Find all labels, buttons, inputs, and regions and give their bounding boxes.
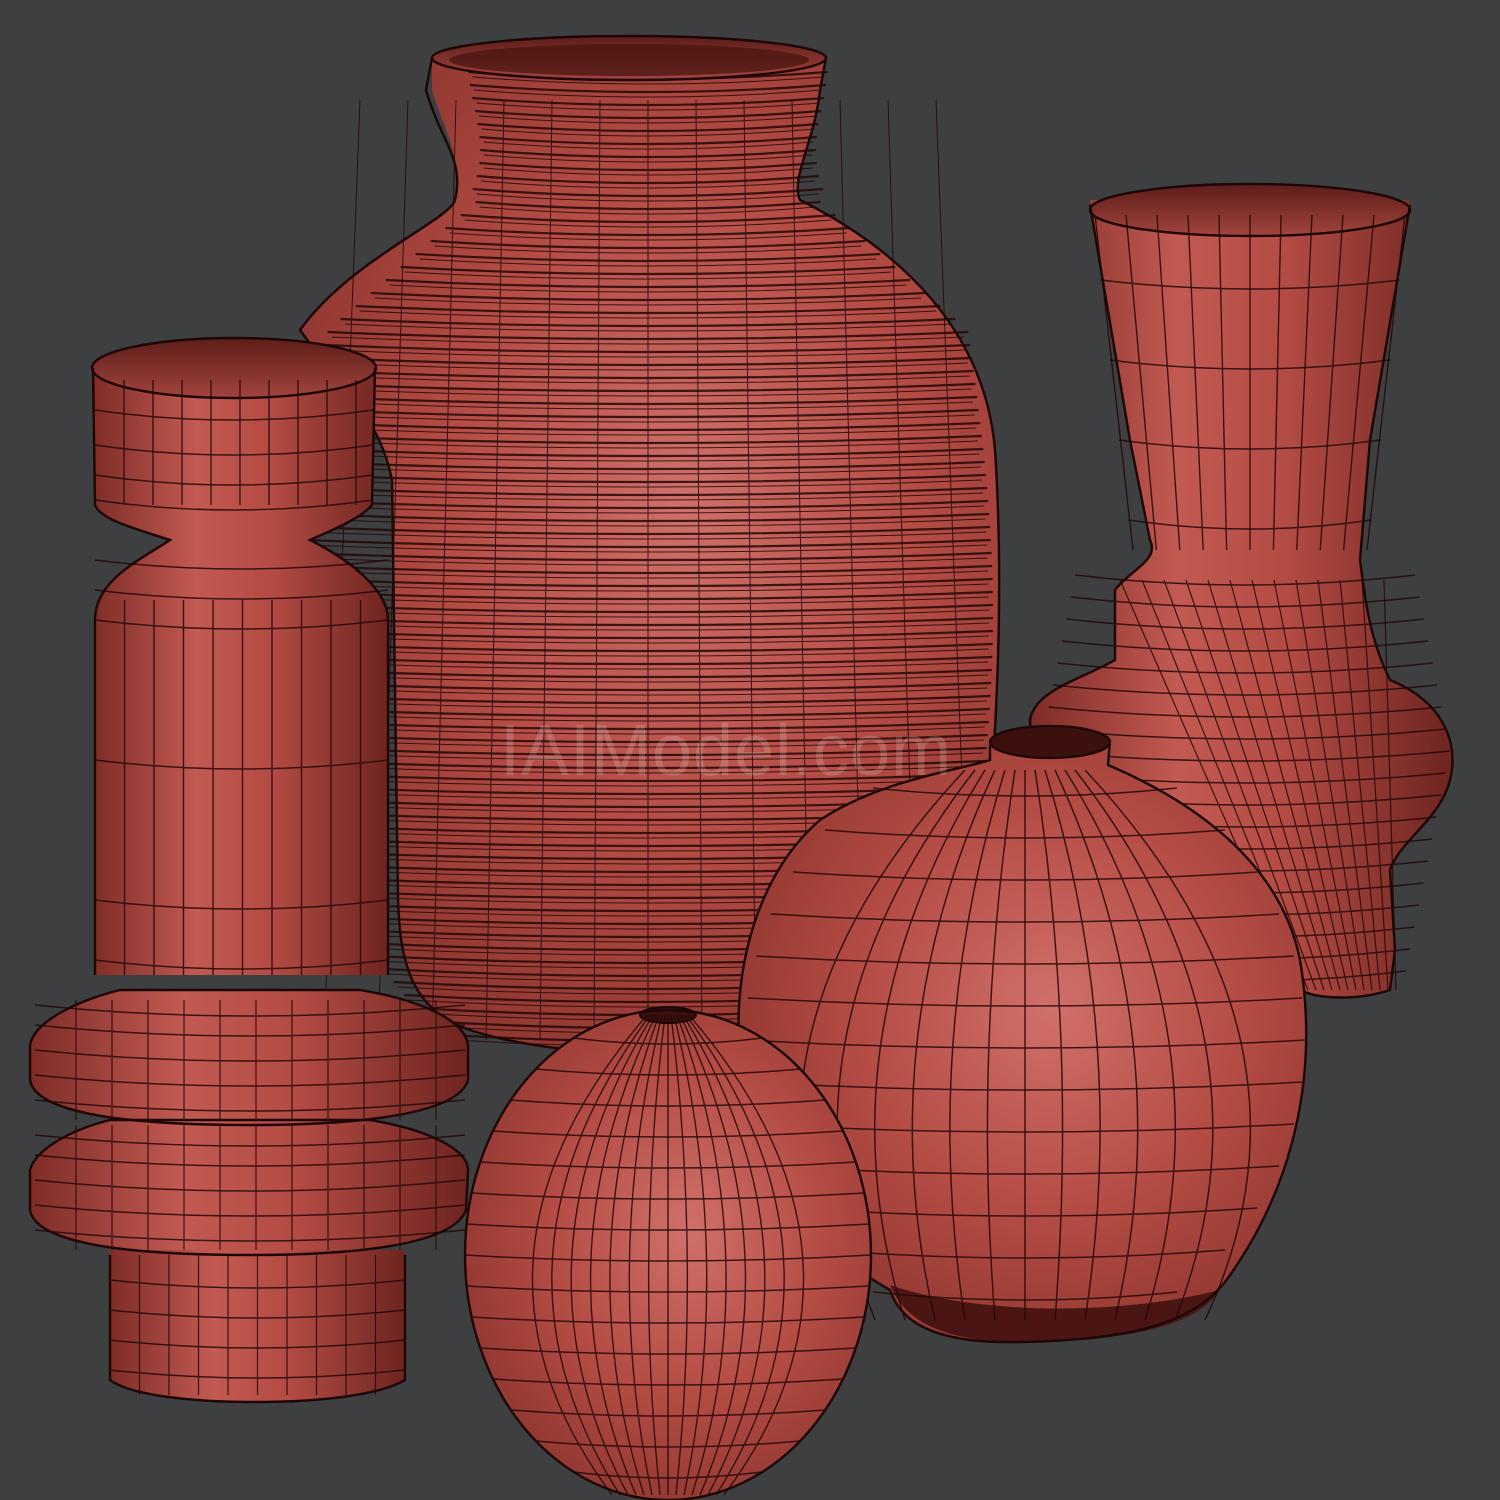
watermark-text: IAIModel.com: [500, 711, 952, 791]
round-vase-mouth: [988, 724, 1112, 760]
render-viewport: IAIModel.com: [0, 0, 1500, 1500]
small-sphere-vase: [463, 1006, 873, 1500]
tall-vase-mouth: [90, 336, 378, 400]
